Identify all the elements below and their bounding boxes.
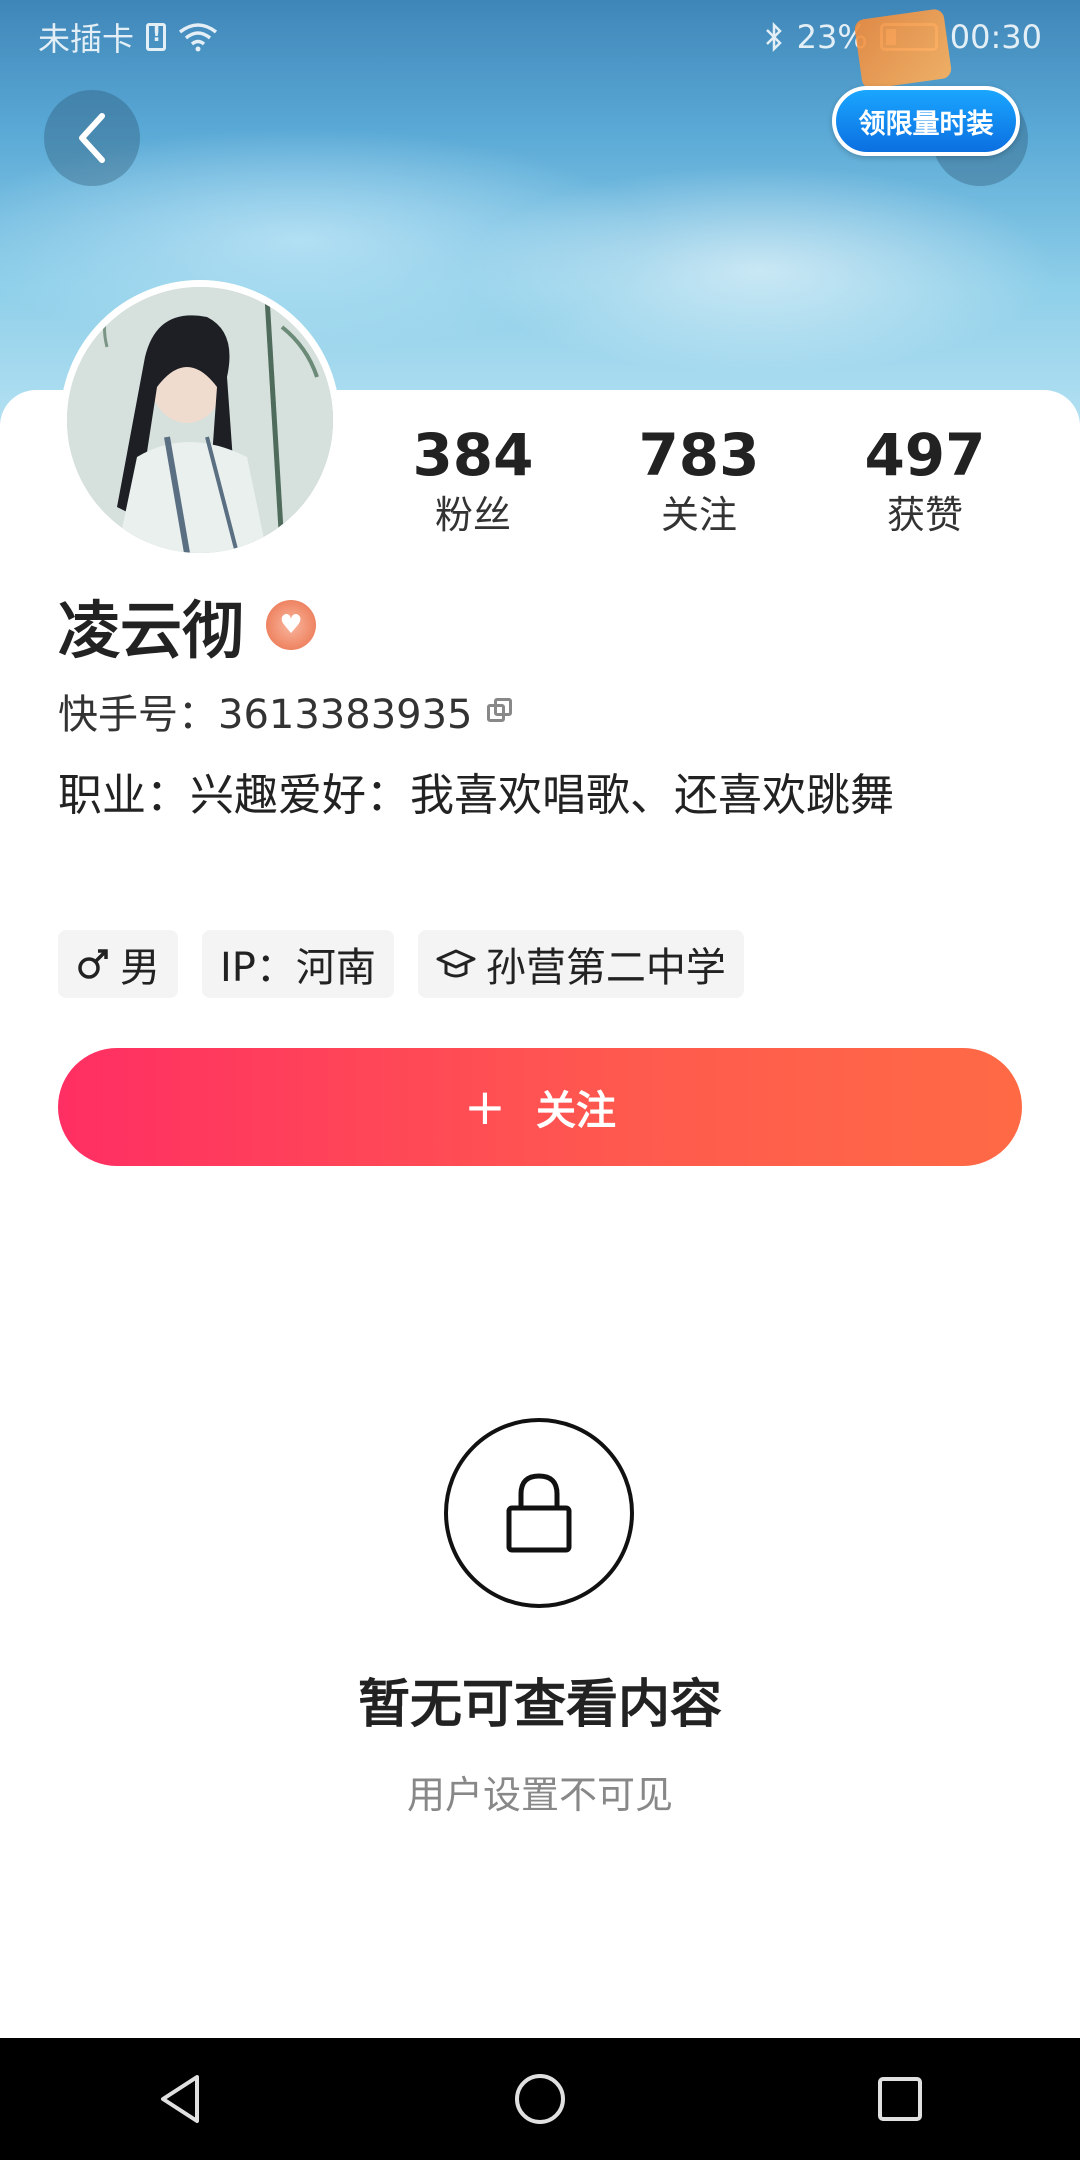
username: 凌云彻 <box>58 594 245 667</box>
tag-text: 孙营第二中学 <box>485 945 726 991</box>
nav-recents-button[interactable] <box>860 2059 940 2139</box>
promo-label: 领限量时装 <box>858 108 994 140</box>
tag-text: 男 <box>120 945 160 991</box>
profile-tags: 男 IP：河南 孙营第二中学 <box>58 930 744 998</box>
stat-likes[interactable]: 497 获赞 <box>812 420 1038 550</box>
account-id-row: 快手号：3613383935 <box>58 682 513 740</box>
account-id: 快手号：3613383935 <box>58 692 473 738</box>
triangle-back-icon <box>161 2075 199 2123</box>
graduation-cap-icon <box>436 949 476 978</box>
follow-button[interactable]: + 关注 <box>58 1048 1022 1166</box>
name-row: 凌云彻 ♥ <box>58 580 317 670</box>
promo-button[interactable]: 领限量时装 <box>832 86 1020 156</box>
follow-label: 关注 <box>535 1088 616 1134</box>
padlock-icon <box>506 1473 572 1553</box>
stat-label: 获赞 <box>886 493 963 537</box>
tag-ip: IP：河南 <box>202 930 394 998</box>
system-nav-bar <box>0 2038 1080 2160</box>
circle-home-icon <box>515 2074 565 2124</box>
stat-value: 497 <box>864 421 986 489</box>
sim-alert-icon <box>146 22 167 51</box>
tag-gender: 男 <box>58 930 178 998</box>
status-left: 未插卡 <box>38 14 218 60</box>
stat-followers[interactable]: 384 粉丝 <box>360 420 586 550</box>
empty-state-subtitle: 用户设置不可见 <box>406 1773 673 1817</box>
square-recents-icon <box>878 2077 922 2121</box>
carrier-text: 未插卡 <box>38 20 135 58</box>
profile-stats: 384 粉丝 783 关注 497 获赞 <box>360 420 1060 550</box>
avatar[interactable] <box>60 280 340 560</box>
bio-text: 职业：兴趣爱好：我喜欢唱歌、还喜欢跳舞 <box>58 770 894 821</box>
stat-label: 关注 <box>660 493 737 537</box>
stat-value: 384 <box>412 421 534 489</box>
bluetooth-icon <box>765 21 782 53</box>
empty-state-title: 暂无可查看内容 <box>357 1675 722 1735</box>
back-button[interactable] <box>44 90 140 186</box>
wifi-icon <box>178 23 218 52</box>
copy-icon[interactable] <box>486 698 513 724</box>
tag-school[interactable]: 孙营第二中学 <box>417 930 744 998</box>
avatar-illustration <box>67 287 333 553</box>
tag-text: IP：河南 <box>220 945 376 991</box>
clock: 00:30 <box>949 18 1042 56</box>
nav-back-button[interactable] <box>140 2059 220 2139</box>
nav-home-button[interactable] <box>500 2059 580 2139</box>
chevron-left-icon <box>79 113 105 163</box>
stat-value: 783 <box>638 421 760 489</box>
stat-label: 粉丝 <box>434 493 511 537</box>
lock-icon <box>444 1418 634 1608</box>
promo-decoration <box>853 8 953 90</box>
male-icon <box>78 949 108 979</box>
heart-badge-icon[interactable]: ♥ <box>266 600 317 650</box>
plus-icon: + <box>464 1078 506 1136</box>
stat-following[interactable]: 783 关注 <box>586 420 812 550</box>
